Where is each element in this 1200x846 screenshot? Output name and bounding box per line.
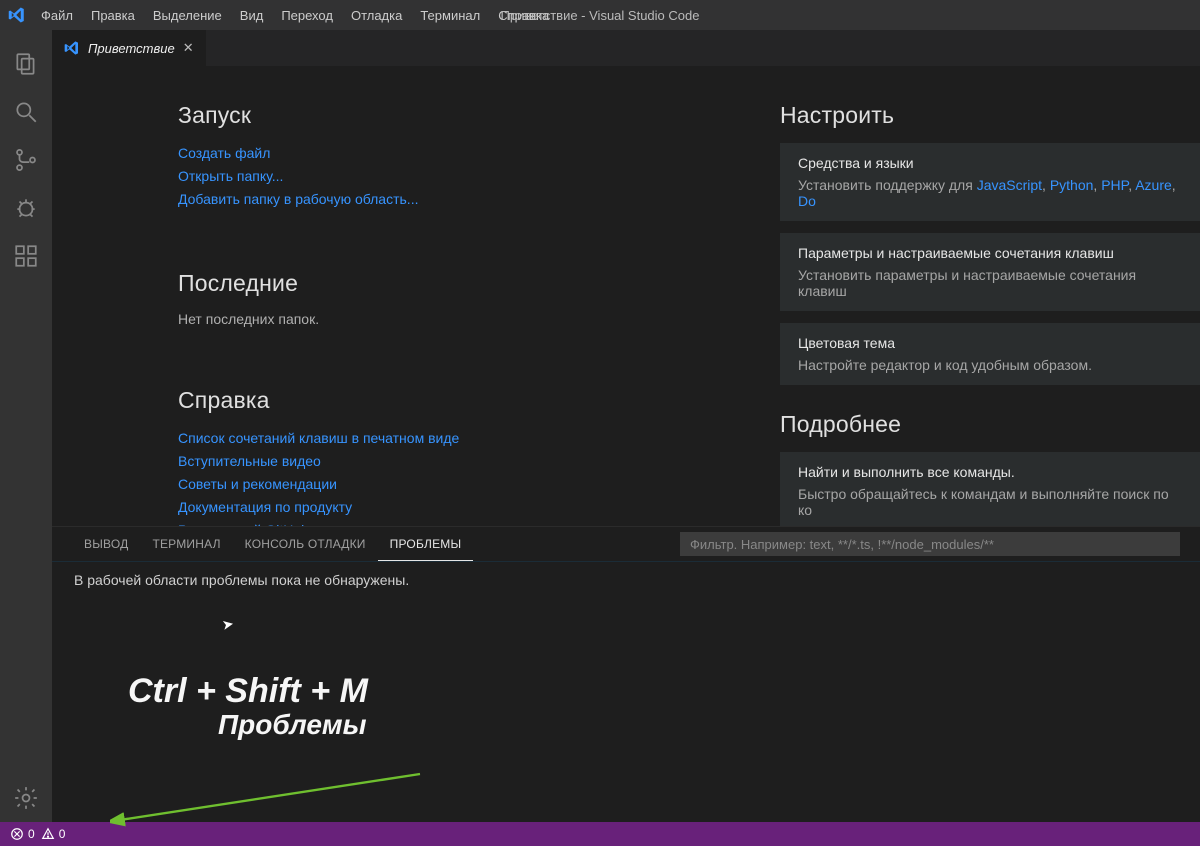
card-tools-languages[interactable]: Средства и языки Установить поддержку дл… <box>780 143 1200 221</box>
link-new-file[interactable]: Создать файл <box>178 143 752 164</box>
card-command-palette[interactable]: Найти и выполнить все команды. Быстро об… <box>780 452 1200 526</box>
link-open-folder[interactable]: Открыть папку... <box>178 166 752 187</box>
menu-view[interactable]: Вид <box>231 4 273 27</box>
tab-label: Приветствие <box>88 41 175 56</box>
annotation-line2: Проблемы <box>218 709 368 741</box>
status-errors[interactable]: 0 <box>10 827 35 841</box>
panel-tabs: ВЫВОД ТЕРМИНАЛ КОНСОЛЬ ОТЛАДКИ ПРОБЛЕМЫ <box>52 527 1200 561</box>
panel-tab-debug-console[interactable]: КОНСОЛЬ ОТЛАДКИ <box>233 527 378 561</box>
lang-link-php[interactable]: PHP <box>1101 177 1128 193</box>
tab-welcome[interactable]: Приветствие ✕ <box>52 30 207 66</box>
link-tips-and-tricks[interactable]: Советы и рекомендации <box>178 474 752 495</box>
menu-file[interactable]: Файл <box>32 4 82 27</box>
problems-empty-message: В рабочей области проблемы пока не обнар… <box>74 572 409 588</box>
card-keybindings[interactable]: Параметры и настраиваемые сочетания клав… <box>780 233 1200 311</box>
explorer-icon[interactable] <box>2 40 50 88</box>
annotation-arrow-icon <box>110 772 430 832</box>
source-control-icon[interactable] <box>2 136 50 184</box>
problems-filter-input[interactable] <box>680 532 1180 556</box>
card-title: Параметры и настраиваемые сочетания клав… <box>798 245 1182 261</box>
vscode-logo-icon <box>8 6 26 24</box>
bottom-panel: ВЫВОД ТЕРМИНАЛ КОНСОЛЬ ОТЛАДКИ ПРОБЛЕМЫ … <box>52 526 1200 822</box>
vscode-tab-icon <box>64 40 80 56</box>
problems-panel-body: В рабочей области проблемы пока не обнар… <box>52 561 1200 822</box>
menu-bar: Файл Правка Выделение Вид Переход Отладк… <box>32 4 558 27</box>
menu-selection[interactable]: Выделение <box>144 4 231 27</box>
extensions-icon[interactable] <box>2 232 50 280</box>
lang-link-python[interactable]: Python <box>1050 177 1094 193</box>
menu-debug[interactable]: Отладка <box>342 4 411 27</box>
debug-icon[interactable] <box>2 184 50 232</box>
card-title: Найти и выполнить все команды. <box>798 464 1182 480</box>
editor-tabs: Приветствие ✕ <box>52 30 1200 66</box>
close-tab-icon[interactable]: ✕ <box>183 40 194 56</box>
menu-go[interactable]: Переход <box>272 4 342 27</box>
link-intro-videos[interactable]: Вступительные видео <box>178 451 752 472</box>
start-heading: Запуск <box>178 102 752 129</box>
card-desc: Установить поддержку для JavaScript, Pyt… <box>798 177 1182 209</box>
panel-tab-problems[interactable]: ПРОБЛЕМЫ <box>378 527 474 561</box>
search-icon[interactable] <box>2 88 50 136</box>
menu-edit[interactable]: Правка <box>82 4 144 27</box>
status-warnings[interactable]: 0 <box>41 827 66 841</box>
warning-icon <box>41 827 55 841</box>
card-title: Цветовая тема <box>798 335 1182 351</box>
card-color-theme[interactable]: Цветовая тема Настройте редактор и код у… <box>780 323 1200 385</box>
card-desc: Настройте редактор и код удобным образом… <box>798 357 1182 373</box>
mouse-cursor-icon: ➤ <box>221 615 236 634</box>
menu-terminal[interactable]: Терминал <box>411 4 489 27</box>
gear-icon[interactable] <box>2 774 50 822</box>
activity-bar <box>0 30 52 822</box>
annotation-line1: Ctrl + Shift + M <box>128 672 368 711</box>
card-title: Средства и языки <box>798 155 1182 171</box>
link-product-docs[interactable]: Документация по продукту <box>178 497 752 518</box>
learn-more-heading: Подробнее <box>780 411 1200 438</box>
recent-empty-text: Нет последних папок. <box>178 311 752 327</box>
recent-heading: Последние <box>178 270 752 297</box>
customize-heading: Настроить <box>780 102 1200 129</box>
error-count: 0 <box>28 827 35 841</box>
warning-count: 0 <box>59 827 66 841</box>
welcome-page: Запуск Создать файл Открыть папку... Доб… <box>52 66 1200 526</box>
error-icon <box>10 827 24 841</box>
card-desc: Установить параметры и настраиваемые соч… <box>798 267 1182 299</box>
lang-link-javascript[interactable]: JavaScript <box>977 177 1042 193</box>
card-desc: Быстро обращайтесь к командам и выполняй… <box>798 486 1182 518</box>
link-keyboard-cheatsheet[interactable]: Список сочетаний клавиш в печатном виде <box>178 428 752 449</box>
panel-tab-terminal[interactable]: ТЕРМИНАЛ <box>140 527 232 561</box>
help-heading: Справка <box>178 387 752 414</box>
menu-help[interactable]: Справка <box>489 4 558 27</box>
title-bar: Файл Правка Выделение Вид Переход Отладк… <box>0 0 1200 30</box>
link-add-workspace-folder[interactable]: Добавить папку в рабочую область... <box>178 189 752 210</box>
lang-link-more[interactable]: Do <box>798 193 816 209</box>
panel-tab-output[interactable]: ВЫВОД <box>72 527 140 561</box>
annotation-overlay: Ctrl + Shift + M Проблемы <box>128 672 368 741</box>
lang-link-azure[interactable]: Azure <box>1135 177 1172 193</box>
